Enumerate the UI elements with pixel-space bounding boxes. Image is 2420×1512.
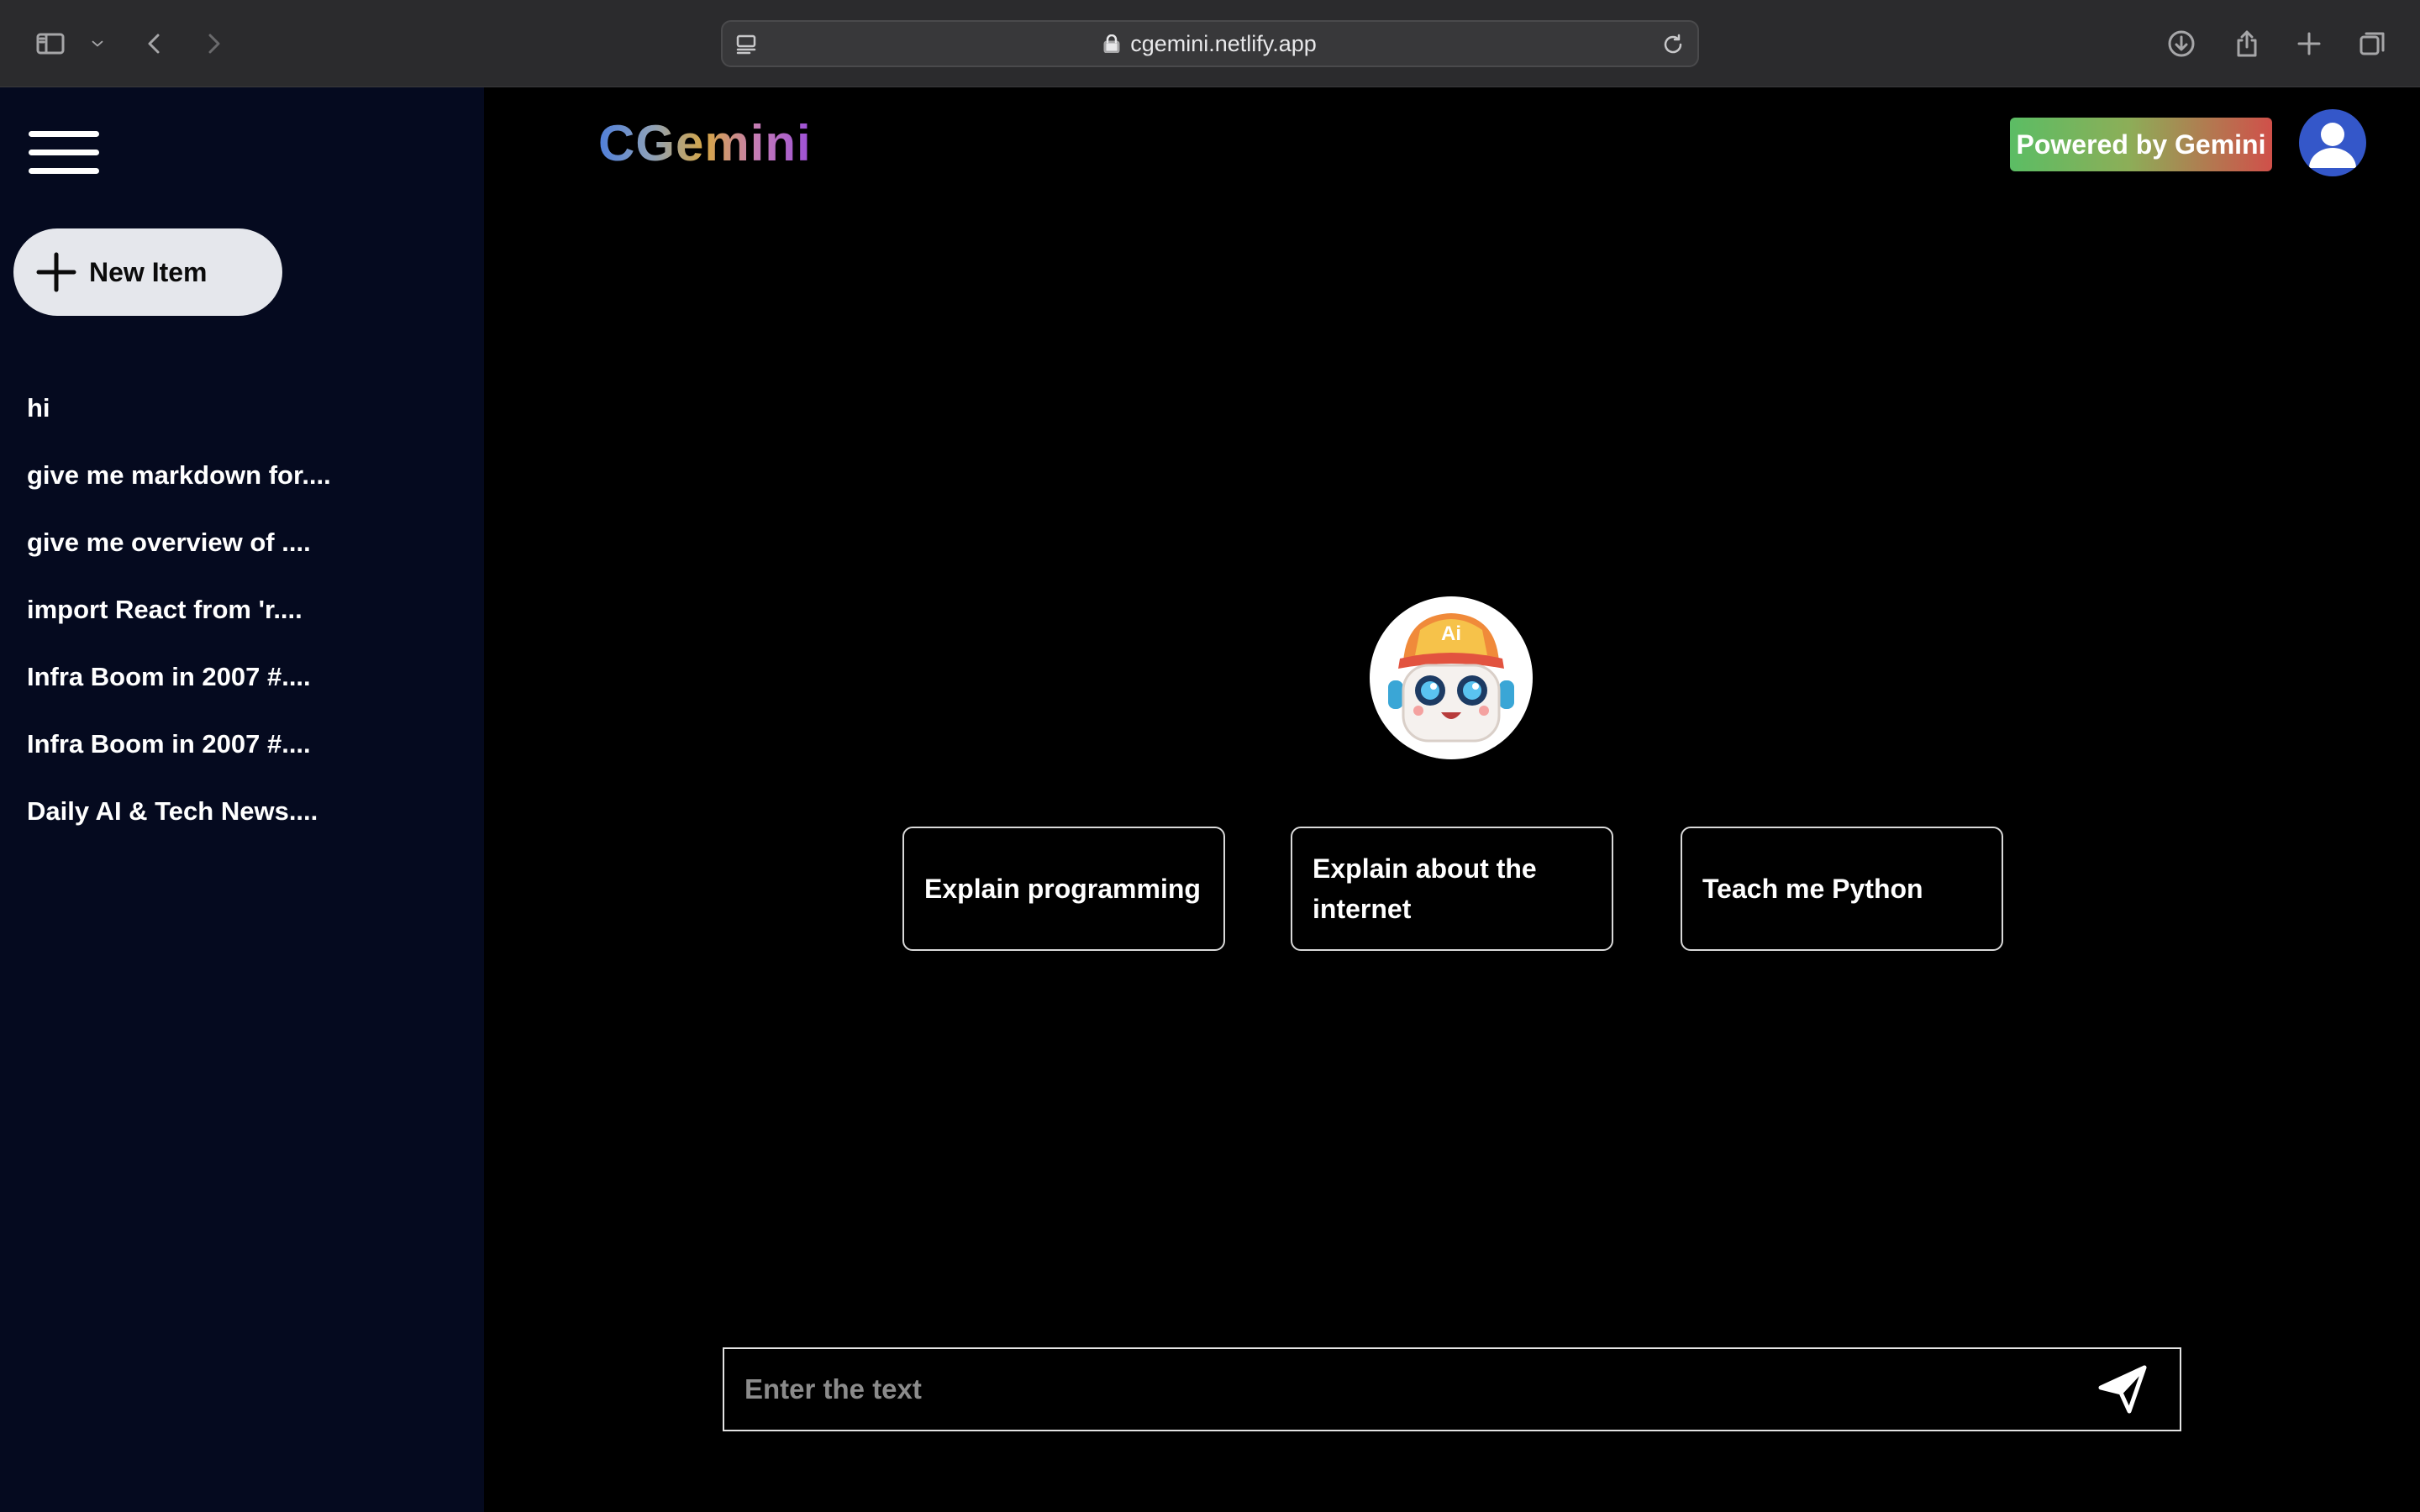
- suggestion-label: Explain programming: [924, 874, 1201, 904]
- tabs-overview-icon[interactable]: [2356, 27, 2390, 60]
- history-item[interactable]: import React from 'r....: [27, 576, 464, 643]
- app-logo: CGemini: [598, 115, 812, 171]
- suggestion-label: Explain about the internet: [1313, 853, 1537, 924]
- suggestion-label: Teach me Python: [1702, 874, 1923, 904]
- history-item[interactable]: hi: [27, 375, 464, 442]
- browser-toolbar: cgemini.netlify.app: [0, 0, 2420, 87]
- suggestion-card[interactable]: Explain about the internet: [1291, 827, 1613, 951]
- sidebar-toggle-icon[interactable]: [34, 27, 67, 60]
- robot-mascot-icon: Ai: [1370, 596, 1533, 759]
- forward-icon: [197, 27, 230, 60]
- new-item-button[interactable]: New Item: [13, 228, 282, 316]
- reload-icon[interactable]: [1660, 32, 1686, 57]
- powered-by-badge: Powered by Gemini: [2010, 118, 2272, 171]
- download-icon[interactable]: [2165, 27, 2198, 60]
- bot-cap-text: Ai: [1441, 622, 1461, 645]
- plus-icon: [36, 252, 76, 292]
- history-item[interactable]: Infra Boom in 2007 #....: [27, 711, 464, 778]
- send-icon[interactable]: [2096, 1362, 2149, 1416]
- user-avatar-icon[interactable]: [2299, 109, 2366, 176]
- chat-history-list: hi give me markdown for.... give me over…: [27, 375, 464, 845]
- history-item[interactable]: give me overview of ....: [27, 509, 464, 576]
- history-item[interactable]: give me markdown for....: [27, 442, 464, 509]
- reader-icon[interactable]: [734, 32, 760, 57]
- message-input[interactable]: [724, 1348, 2096, 1431]
- suggestion-card[interactable]: Teach me Python: [1681, 827, 2003, 951]
- address-bar[interactable]: cgemini.netlify.app: [721, 20, 1699, 67]
- history-item[interactable]: Infra Boom in 2007 #....: [27, 643, 464, 711]
- share-icon[interactable]: [2230, 27, 2264, 60]
- sidebar: New Item hi give me markdown for.... giv…: [0, 87, 484, 1512]
- hamburger-menu-icon[interactable]: [29, 131, 99, 175]
- new-tab-icon[interactable]: [2292, 27, 2326, 60]
- new-item-label: New Item: [89, 256, 208, 287]
- history-item[interactable]: Daily AI & Tech News....: [27, 778, 464, 845]
- back-icon[interactable]: [138, 27, 171, 60]
- lock-icon: [1103, 34, 1120, 53]
- message-composer: [723, 1347, 2181, 1431]
- chevron-down-icon[interactable]: [81, 27, 114, 60]
- suggestion-card[interactable]: Explain programming: [902, 827, 1225, 951]
- url-text: cgemini.netlify.app: [1130, 30, 1317, 56]
